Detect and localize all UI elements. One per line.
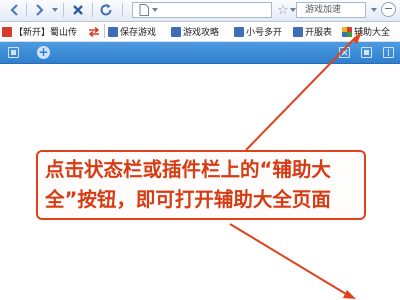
- arrow-to-assistant-button: [245, 36, 357, 151]
- callout-line-2: 全”按钮，即可打开辅助大全页面: [45, 188, 331, 211]
- instruction-callout: 点击状态栏或插件栏上的“辅助大 全”按钮，即可打开辅助大全页面: [36, 150, 366, 220]
- arrowhead-icon: [352, 31, 362, 44]
- callout-line-1: 点击状态栏或插件栏上的“辅助大: [45, 158, 331, 181]
- arrowhead-icon: [343, 290, 356, 299]
- arrow-to-status-bar: [229, 223, 352, 298]
